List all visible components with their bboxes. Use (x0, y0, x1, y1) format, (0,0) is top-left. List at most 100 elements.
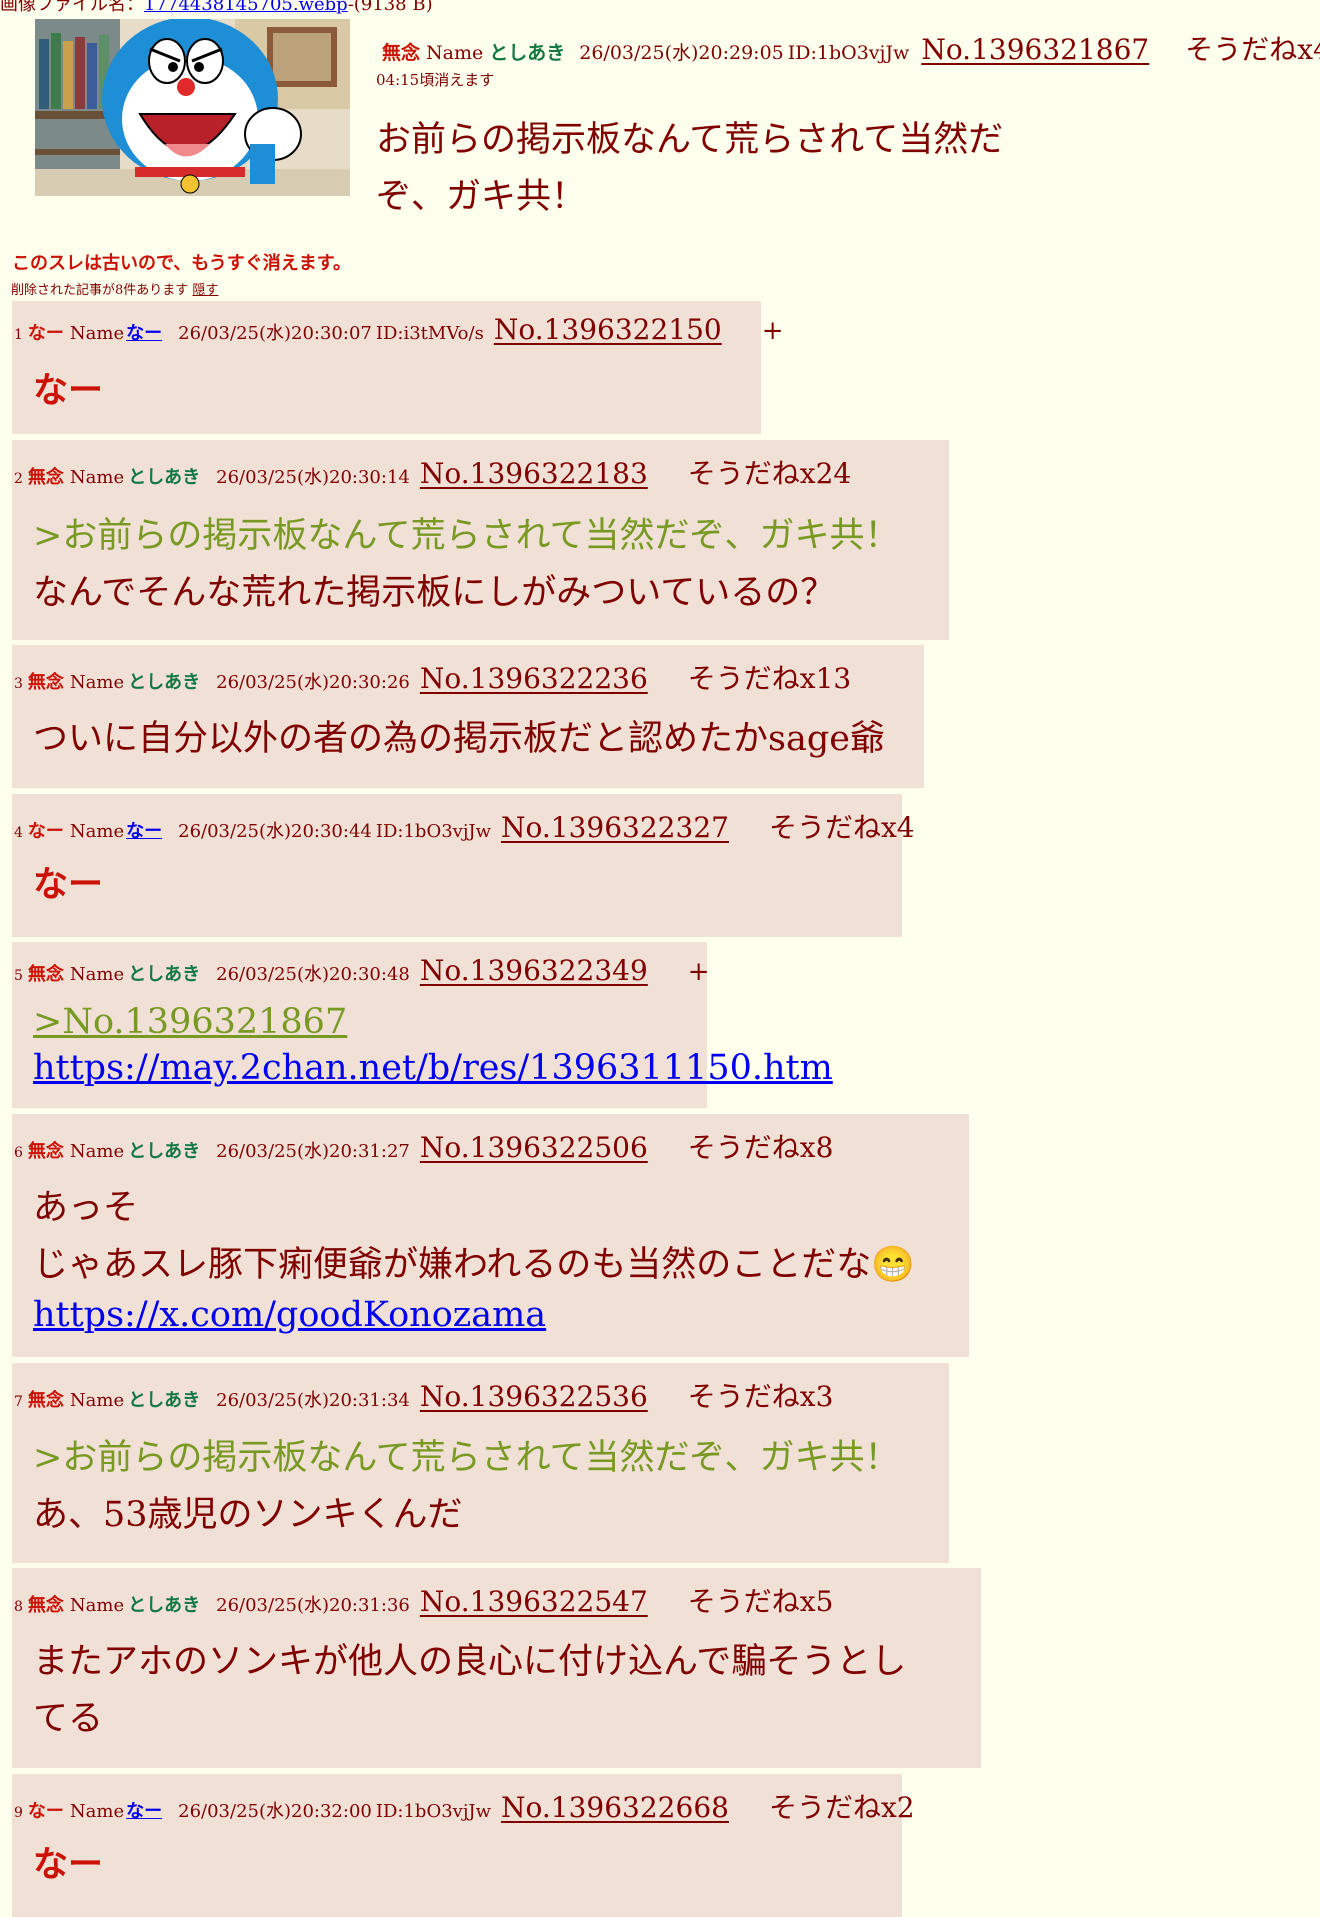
reply-mail-link[interactable]: なー (126, 817, 162, 843)
reply-post-number[interactable]: No.1396322150 (494, 313, 722, 346)
reply-body: またアホのソンキが他人の良心に付け込んで騙そうとし (33, 1642, 907, 1682)
reply-post-number[interactable]: No.1396322327 (501, 811, 729, 844)
reply-post-number[interactable]: No.1396322349 (420, 954, 648, 987)
reply-header: 1 なー Name なー 26/03/25(水)20:30:07 ID:i3tM… (14, 313, 784, 346)
op-name: としあき (489, 42, 566, 64)
reply: 1 なー Name なー 26/03/25(水)20:30:07 ID:i3tM… (12, 301, 784, 434)
reply-index: 5 (14, 968, 23, 984)
reply-post-number[interactable]: No.1396322536 (420, 1380, 648, 1413)
reply-id: ID:1bO3vjJw (375, 1801, 492, 1822)
reply-sodane[interactable]: そうだねx4 (769, 806, 915, 846)
op-subject: 無念 (382, 42, 421, 64)
reply-plus-button[interactable]: + (762, 316, 784, 346)
op-name-label: Name (426, 42, 484, 64)
thread-thumbnail[interactable] (35, 19, 350, 196)
op-body: お前らの掲示板なんて荒らされて当然だ ぞ、ガキ共！ (376, 112, 1076, 226)
reply-header: 2 無念 Name としあき 26/03/25(水)20:30:14 No.13… (14, 452, 851, 492)
reply-name-label: Name (69, 1141, 125, 1162)
reply-subject: 無念 (27, 964, 64, 985)
reply-date: 26/03/25(水)20:31:27 (216, 1141, 410, 1162)
hide-deleted-link[interactable]: 隠す (192, 283, 218, 298)
reply-name: としあき (128, 1595, 201, 1616)
reply-body: じゃあスレ豚下痢便爺が嫌われるのも当然のことだな😁 (33, 1245, 915, 1285)
reply-subject: 無念 (27, 467, 64, 488)
reply-post-number[interactable]: No.1396322668 (501, 1791, 729, 1824)
reply-sodane[interactable]: そうだねx8 (688, 1126, 834, 1166)
reply-mail-link[interactable]: なー (126, 319, 162, 345)
reply-post-number[interactable]: No.1396322236 (420, 662, 648, 695)
reply: 8 無念 Name としあき 26/03/25(水)20:31:36 No.13… (12, 1568, 981, 1768)
reply-name: としあき (128, 964, 201, 985)
reply-post-number[interactable]: No.1396322506 (420, 1131, 648, 1164)
reply-id: ID:1bO3vjJw (375, 821, 492, 842)
reply-date: 26/03/25(水)20:30:26 (216, 672, 410, 693)
reply-header: 8 無念 Name としあき 26/03/25(水)20:31:36 No.13… (14, 1580, 833, 1620)
reply-sodane[interactable]: そうだねx24 (688, 452, 851, 492)
reply-subject: 無念 (27, 1390, 64, 1411)
reply-date: 26/03/25(水)20:32:00 (178, 1801, 372, 1822)
reply-name-label: Name (69, 672, 125, 693)
op-post-number[interactable]: No.1396321867 (921, 33, 1149, 66)
reply-index: 6 (14, 1145, 23, 1161)
file-info: 画像ファイル名：1774438145705.webp-(9138 B) (0, 0, 433, 16)
reply-sodane[interactable]: そうだねx13 (688, 657, 851, 697)
reply-mail-link[interactable]: なー (126, 1797, 162, 1823)
reply-body: あ、53歳児のソンキくんだ (33, 1495, 463, 1535)
reply-index: 8 (14, 1599, 23, 1615)
file-size: -(9138 B) (347, 0, 433, 15)
op-id: ID:1bO3vjJw (787, 42, 910, 64)
reply: 9 なー Name なー 26/03/25(水)20:32:00 ID:1bO3… (12, 1774, 915, 1917)
reply-plus-button[interactable]: + (688, 957, 710, 987)
reply-name: としあき (128, 1390, 201, 1411)
reply-subject: 無念 (27, 1141, 64, 1162)
reply-post-number[interactable]: No.1396322183 (420, 457, 648, 490)
reply-date: 26/03/25(水)20:30:48 (216, 964, 410, 985)
reply: 4 なー Name なー 26/03/25(水)20:30:44 ID:1bO3… (12, 794, 915, 937)
reply-id: ID:i3tMVo/s (375, 323, 484, 344)
file-link[interactable]: 1774438145705.webp (144, 0, 348, 15)
reply: 6 無念 Name としあき 26/03/25(水)20:31:27 No.13… (12, 1114, 969, 1357)
reply-header: 3 無念 Name としあき 26/03/25(水)20:30:26 No.13… (14, 657, 851, 697)
reply-name-label: Name (69, 821, 125, 842)
reply-name: としあき (128, 1141, 201, 1162)
reply-subject: なー (27, 821, 64, 842)
reply: 5 無念 Name としあき 26/03/25(水)20:30:48 No.13… (12, 942, 833, 1108)
reply: 7 無念 Name としあき 26/03/25(水)20:31:34 No.13… (12, 1363, 949, 1563)
op-sodane[interactable]: そうだねx4 (1185, 28, 1320, 68)
reply-index: 9 (14, 1805, 23, 1821)
reply-name-label: Name (69, 964, 125, 985)
op-body-line: お前らの掲示板なんて荒らされて当然だ (376, 120, 1004, 160)
file-label: 画像ファイル名： (0, 0, 144, 15)
reply-header: 4 なー Name なー 26/03/25(水)20:30:44 ID:1bO3… (14, 806, 915, 846)
reply-date: 26/03/25(水)20:30:44 (178, 821, 372, 842)
reply-sodane[interactable]: そうだねx2 (769, 1786, 915, 1826)
expire-time: 04:15頃消えます (376, 71, 495, 89)
old-thread-warning: このスレは古いので、もうすぐ消えます。 (12, 253, 351, 274)
reply-header: 5 無念 Name としあき 26/03/25(水)20:30:48 No.13… (14, 954, 710, 987)
op-body-line: ぞ、ガキ共！ (376, 177, 587, 217)
reply-subject: 無念 (27, 1595, 64, 1616)
reply-name-label: Name (69, 1390, 125, 1411)
reply-url-link[interactable]: https://may.2chan.net/b/res/1396311150.h… (33, 1048, 833, 1088)
reply-quote-link[interactable]: >No.1396321867 (33, 1002, 347, 1042)
reply-name-label: Name (69, 467, 125, 488)
reply-body: あっそ (33, 1188, 139, 1228)
reply-url-link[interactable]: https://x.com/goodKonozama (33, 1295, 546, 1335)
reply-sodane[interactable]: そうだねx3 (688, 1375, 834, 1415)
reply-body: なー (33, 864, 104, 905)
reply-subject: なー (27, 1801, 64, 1822)
reply-index: 2 (14, 471, 23, 487)
reply-date: 26/03/25(水)20:31:34 (216, 1390, 410, 1411)
reply-name: としあき (128, 672, 201, 693)
reply-quote: >お前らの掲示板なんて荒らされて当然だぞ、ガキ共！ (33, 516, 900, 556)
reply-post-number[interactable]: No.1396322547 (420, 1585, 648, 1618)
reply: 2 無念 Name としあき 26/03/25(水)20:30:14 No.13… (12, 440, 949, 640)
reply-body: なー (33, 1844, 104, 1885)
reply-name-label: Name (69, 323, 125, 344)
reply-header: 7 無念 Name としあき 26/03/25(水)20:31:34 No.13… (14, 1375, 833, 1415)
reply-index: 4 (14, 825, 23, 841)
deleted-count-text: 削除された記事が8件あります (11, 283, 189, 298)
op-header: 無念 Name としあき 26/03/25(水)20:29:05 ID:1bO3… (382, 28, 1320, 68)
reply-subject: なー (27, 323, 64, 344)
reply-sodane[interactable]: そうだねx5 (688, 1580, 834, 1620)
